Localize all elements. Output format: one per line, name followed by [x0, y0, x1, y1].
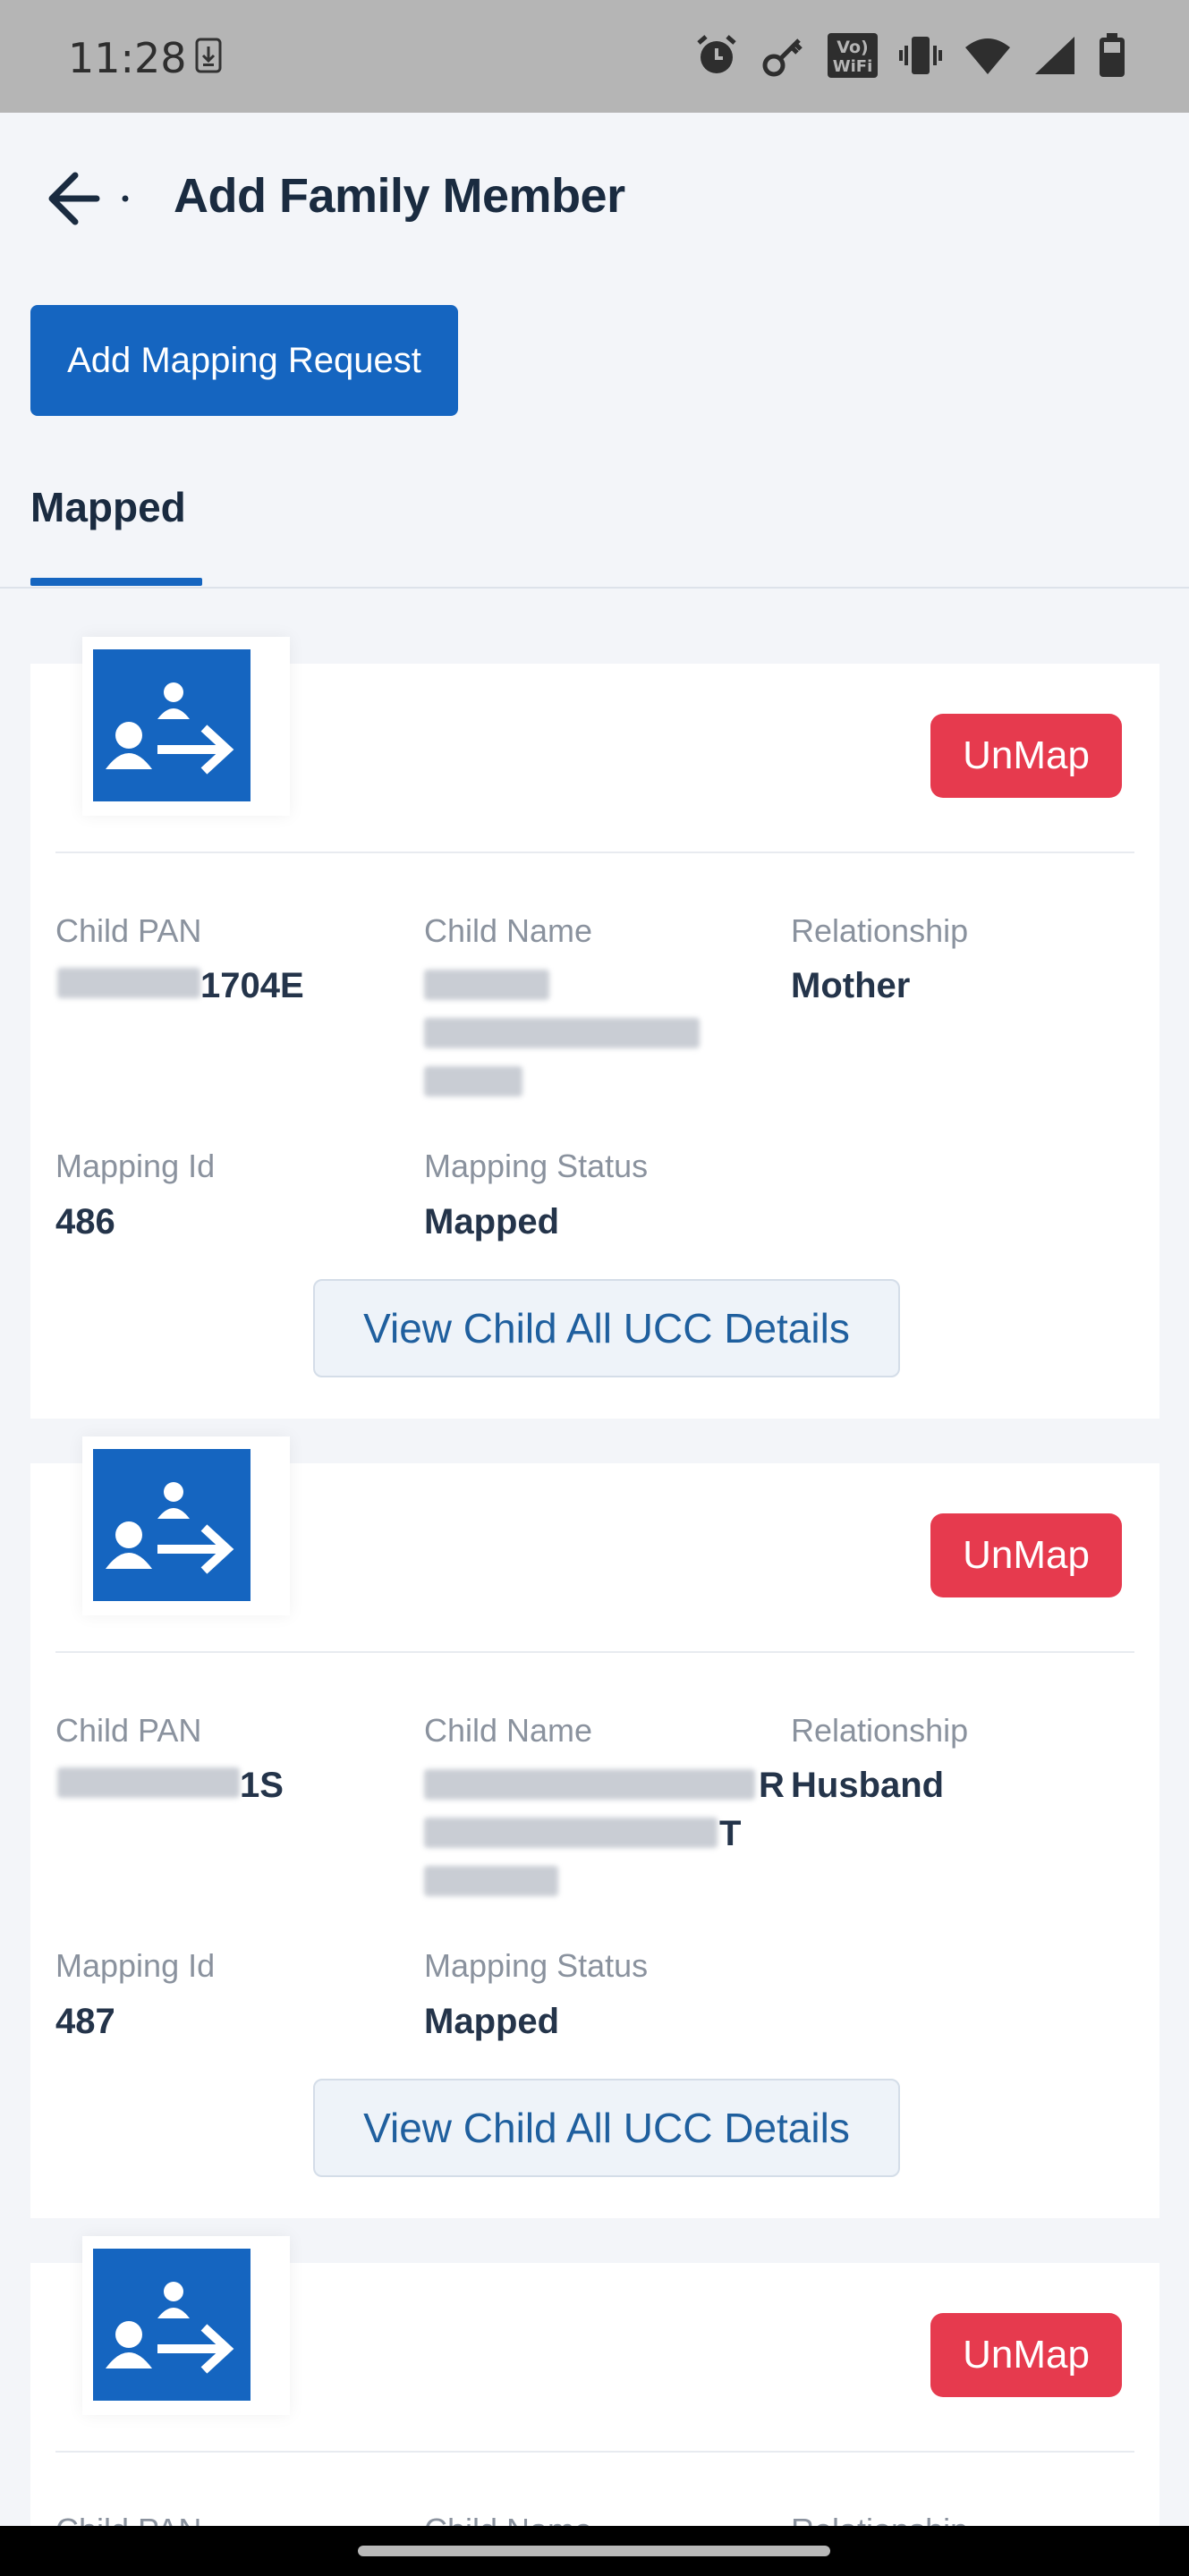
card-icon-frame [82, 2236, 290, 2415]
wifi-icon [965, 38, 1010, 74]
mapping-card: UnMap Child PAN 1704E Child Name Relatio… [30, 637, 1159, 1419]
mapping-card: UnMap Child PAN 1S Child Name R T Relati… [30, 1436, 1159, 2218]
vibrate-icon [899, 37, 942, 74]
redacted-pan [57, 968, 200, 998]
mapping-status-value: Mapped [424, 1202, 560, 1241]
back-arrow-icon[interactable] [45, 166, 134, 231]
family-mapping-icon [93, 1449, 251, 1601]
child-name-label: Child Name [424, 912, 593, 949]
mapping-status-label: Mapping Status [424, 1148, 649, 1184]
download-icon [195, 38, 222, 73]
tab-mapped[interactable]: Mapped [30, 474, 202, 587]
redacted-name-line [424, 1818, 718, 1848]
mapping-id-label: Mapping Id [55, 1947, 216, 1984]
card-icon-frame [82, 637, 290, 816]
child-pan-value: 1704E [200, 966, 304, 1005]
alarm-icon [697, 35, 736, 73]
relationship-label: Relationship [791, 1712, 969, 1749]
child-pan-label: Child PAN [55, 912, 202, 949]
view-child-ucc-details-button[interactable]: View Child All UCC Details [313, 1279, 900, 1377]
redacted-name-line [424, 970, 549, 1000]
svg-text:WiFi: WiFi [833, 57, 873, 76]
svg-text:Vo): Vo) [837, 38, 868, 57]
tab-mapped-label: Mapped [30, 484, 186, 530]
relationship-value: Husband [791, 1766, 945, 1805]
child-pan-value: 1S [240, 1766, 284, 1805]
child-pan-label: Child PAN [55, 1712, 202, 1749]
mapping-id-value: 486 [55, 1202, 115, 1241]
redacted-name-line [424, 1866, 558, 1896]
family-mapping-icon [93, 649, 251, 801]
tab-active-indicator [30, 578, 202, 586]
redacted-name-line [424, 1066, 522, 1097]
view-child-ucc-details-button[interactable]: View Child All UCC Details [313, 2079, 900, 2177]
tab-divider [0, 587, 1189, 589]
unmap-button[interactable]: UnMap [930, 2313, 1122, 2397]
child-name-visible: R [759, 1766, 785, 1805]
child-name-visible: T [719, 1814, 742, 1853]
signal-icon [1035, 37, 1074, 74]
card-divider [55, 852, 1134, 853]
add-mapping-request-button[interactable]: Add Mapping Request [30, 305, 458, 416]
unmap-button[interactable]: UnMap [930, 1513, 1122, 1597]
home-gesture-handle[interactable] [358, 2546, 830, 2556]
child-name-label: Child Name [424, 1712, 593, 1749]
system-nav-bar [0, 2526, 1189, 2576]
key-icon [762, 38, 803, 77]
redacted-name-line [424, 1769, 755, 1800]
battery-icon [1100, 33, 1125, 77]
page-title: Add Family Member [174, 169, 625, 223]
redacted-pan [57, 1767, 240, 1798]
volte-wifi-icon: Vo) WiFi [828, 33, 878, 78]
card-icon-frame [82, 1436, 290, 1615]
app-header: Add Family Member [0, 113, 1189, 283]
mapping-status-value: Mapped [424, 2002, 560, 2041]
status-time: 11:28 [68, 34, 187, 82]
unmap-button[interactable]: UnMap [930, 714, 1122, 798]
relationship-label: Relationship [791, 912, 969, 949]
relationship-value: Mother [791, 966, 911, 1005]
mapping-id-label: Mapping Id [55, 1148, 216, 1184]
card-divider [55, 1651, 1134, 1653]
card-divider [55, 2451, 1134, 2453]
mapping-id-value: 487 [55, 2002, 115, 2041]
status-bar: 11:28 Vo) WiFi [0, 0, 1189, 113]
mapping-status-label: Mapping Status [424, 1947, 649, 1984]
redacted-name-line [424, 1018, 700, 1048]
family-mapping-icon [93, 2249, 251, 2401]
